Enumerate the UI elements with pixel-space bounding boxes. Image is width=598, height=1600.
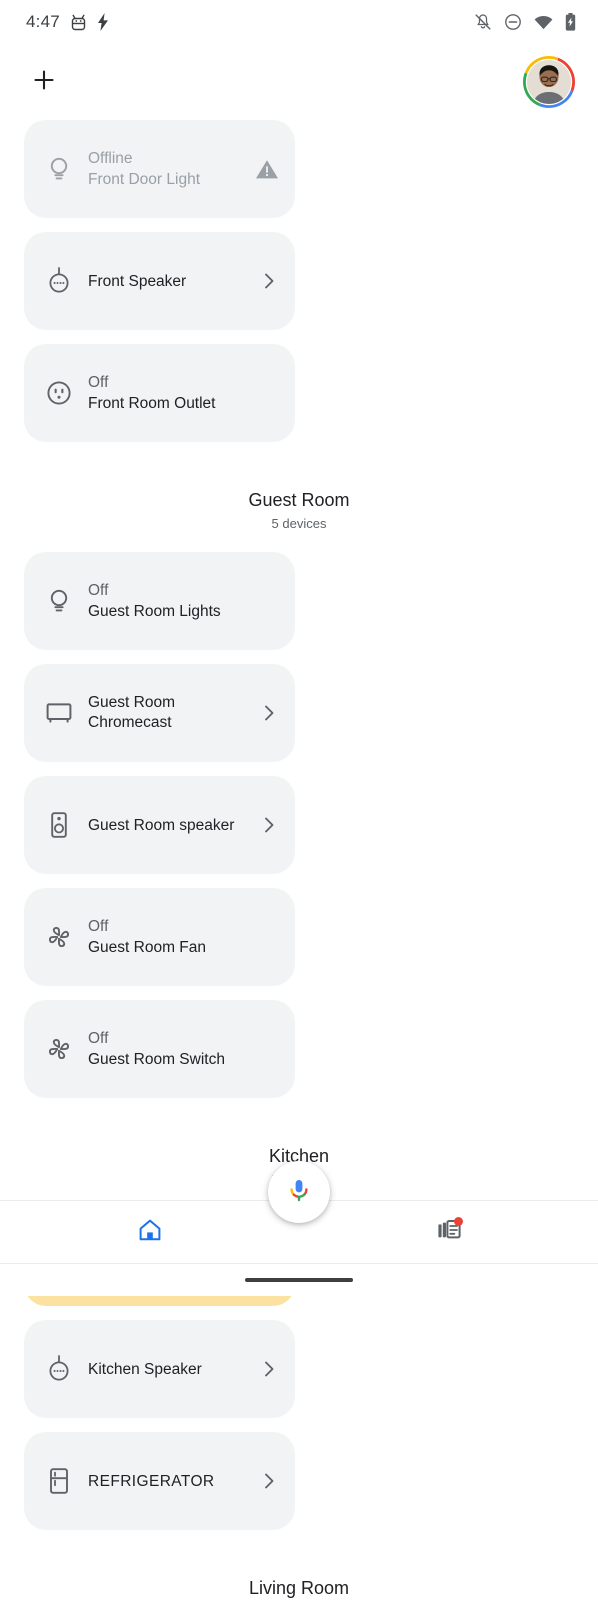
- device-card-refrigerator[interactable]: REFRIGERATOR: [24, 1432, 295, 1530]
- refrigerator-icon: [42, 1467, 76, 1495]
- device-name: Guest Room Lights: [88, 603, 221, 620]
- flash-icon: [97, 13, 109, 31]
- device-card-text: Off Front Room Outlet: [88, 372, 279, 414]
- device-card-text: Guest Room speaker: [88, 815, 251, 836]
- status-bar: 4:47: [0, 0, 598, 44]
- device-card-text: Kitchen Speaker: [88, 1359, 251, 1380]
- plus-icon: [32, 68, 56, 97]
- room-title: Guest Room: [248, 490, 350, 510]
- do-not-disturb-icon: [504, 13, 522, 31]
- lightbulb-icon: [42, 587, 76, 615]
- wifi-icon: [534, 15, 553, 30]
- device-state: Off: [88, 582, 109, 599]
- home-icon: [137, 1217, 163, 1248]
- warning-icon: [255, 158, 279, 180]
- device-state: Offline: [88, 150, 133, 167]
- chevron-right-icon[interactable]: [259, 1359, 279, 1379]
- top-device-grid: Offline Front Door Light Front Speaker O…: [24, 120, 574, 442]
- assistant-mic-button[interactable]: [268, 1161, 330, 1223]
- device-card-text: REFRIGERATOR: [88, 1471, 251, 1492]
- device-name: Guest Room speaker: [88, 816, 235, 834]
- room-title: Living Room: [248, 1578, 350, 1598]
- device-card-guest-room-lights[interactable]: Off Guest Room Lights: [24, 552, 295, 650]
- battery-charging-icon: [565, 13, 576, 31]
- fan-icon: [42, 922, 76, 952]
- device-card-text: Off Guest Room Switch: [88, 1028, 279, 1070]
- lightbulb-icon: [42, 155, 76, 183]
- device-name: Front Room Outlet: [88, 395, 216, 412]
- room-device-count: 5 devices: [271, 516, 327, 531]
- add-device-button[interactable]: [24, 62, 64, 102]
- device-card-text: Front Speaker: [88, 271, 251, 292]
- avatar-photo: [527, 60, 571, 104]
- google-assistant-mic-icon: [284, 1175, 314, 1210]
- gesture-bar-area: [0, 1264, 598, 1296]
- android-debug-icon: [71, 14, 86, 31]
- status-bar-clock: 4:47: [26, 12, 60, 31]
- nest-mini-speaker-icon: [42, 1354, 76, 1384]
- device-card-text: Offline Front Door Light: [88, 148, 247, 190]
- device-card-front-door-light[interactable]: Offline Front Door Light: [24, 120, 295, 218]
- device-state: Off: [88, 918, 109, 935]
- device-name: Guest Room Fan: [88, 939, 207, 956]
- device-name: Front Door Light: [88, 171, 200, 188]
- device-name: Kitchen Speaker: [88, 1360, 202, 1378]
- nav-item-feed[interactable]: [299, 1201, 598, 1263]
- chevron-right-icon[interactable]: [259, 1471, 279, 1491]
- device-card-front-room-outlet[interactable]: Off Front Room Outlet: [24, 344, 295, 442]
- chevron-right-icon[interactable]: [259, 271, 279, 291]
- device-card-guest-room-switch[interactable]: Off Guest Room Switch: [24, 1000, 295, 1098]
- chevron-right-icon[interactable]: [259, 815, 279, 835]
- power-outlet-icon: [42, 379, 76, 407]
- device-card-front-speaker[interactable]: Front Speaker: [24, 232, 295, 330]
- device-name: REFRIGERATOR: [88, 1472, 215, 1490]
- device-card-guest-room-fan[interactable]: Off Guest Room Fan: [24, 888, 295, 986]
- device-card-text: Off Guest Room Lights: [88, 580, 279, 622]
- device-state: Off: [88, 374, 109, 391]
- device-name: Front Speaker: [88, 272, 187, 290]
- notification-badge: [454, 1217, 463, 1226]
- nest-mini-speaker-icon: [42, 266, 76, 296]
- device-list: Offline Front Door Light Front Speaker O…: [0, 120, 598, 1600]
- device-card-text: Off Guest Room Fan: [88, 916, 279, 958]
- device-card-kitchen-speaker[interactable]: Kitchen Speaker: [24, 1320, 295, 1418]
- account-avatar-button[interactable]: [522, 55, 576, 109]
- device-name: Guest Room Chromecast: [88, 694, 176, 731]
- gesture-bar[interactable]: [245, 1278, 353, 1282]
- room-header-living-room: Living Room: [24, 1530, 574, 1600]
- nav-item-home[interactable]: [0, 1201, 299, 1263]
- room-header-guest-room: Guest Room 5 devices: [24, 442, 574, 552]
- device-card-guest-room-speaker[interactable]: Guest Room speaker: [24, 776, 295, 874]
- notifications-off-icon: [474, 13, 492, 31]
- fan-icon: [42, 1034, 76, 1064]
- device-card-guest-room-chromecast[interactable]: Guest Room Chromecast: [24, 664, 295, 762]
- guest-room-device-grid: Off Guest Room Lights Guest Room Chromec…: [24, 552, 574, 1098]
- speaker-icon: [42, 811, 76, 839]
- chevron-right-icon[interactable]: [259, 703, 279, 723]
- app-bar: [0, 44, 598, 120]
- device-state: Off: [88, 1030, 109, 1047]
- chromecast-tv-icon: [42, 700, 76, 726]
- status-bar-right: [474, 13, 576, 31]
- status-bar-left: 4:47: [26, 12, 109, 32]
- device-name: Guest Room Switch: [88, 1051, 225, 1068]
- device-card-text: Guest Room Chromecast: [88, 693, 251, 733]
